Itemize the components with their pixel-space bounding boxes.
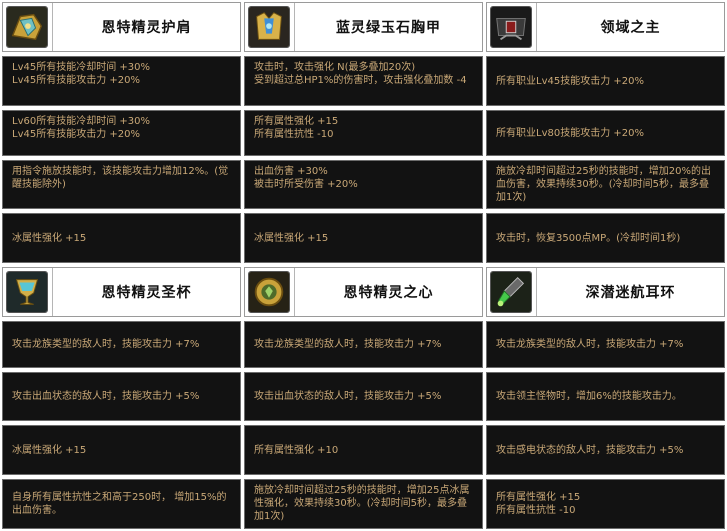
belt-icon (490, 6, 532, 48)
stat-box: 攻击出血状态的敌人时，技能攻击力 +5% (2, 372, 241, 421)
item-header: 恩特精灵之心 (244, 267, 483, 317)
item-name: 蓝灵绿玉石胸甲 (336, 20, 441, 36)
item-name: 深潜迷航耳环 (585, 285, 676, 301)
stat-box: Lv45所有技能冷却时间 +30% Lv45所有技能攻击力 +20% (2, 56, 241, 106)
earring-icon (490, 271, 532, 313)
grail-icon (6, 271, 48, 313)
stat-box: 所有属性强化 +15 所有属性抗性 -10 (244, 110, 483, 156)
item-header: 深潜迷航耳环 (486, 267, 725, 317)
item-name: 领域之主 (600, 20, 661, 36)
stat-box: 攻击时，恢复3500点MP。(冷却时间1秒) (486, 213, 725, 263)
stat-box: 自身所有属性抗性之和高于250时， 增加15%的出血伤害。 (2, 479, 241, 529)
equipment-grid: 恩特精灵护肩 Lv45所有技能冷却时间 +30% Lv45所有技能攻击力 +20… (0, 0, 727, 531)
stat-box: 攻击领主怪物时，增加6%的技能攻击力。 (486, 372, 725, 421)
stat-box: 所有属性强化 +10 (244, 425, 483, 475)
item-header: 蓝灵绿玉石胸甲 (244, 2, 483, 52)
stat-box: 施放冷却时间超过25秒的技能时，增加20%的出血伤害，效果持续30秒。(冷却时间… (486, 160, 725, 209)
stat-box: 攻击龙族类型的敌人时，技能攻击力 +7% (244, 321, 483, 368)
item-header: 恩特精灵圣杯 (2, 267, 241, 317)
stat-box: 攻击龙族类型的敌人时，技能攻击力 +7% (2, 321, 241, 368)
stat-box: 所有职业Lv80技能攻击力 +20% (486, 110, 725, 156)
stat-box: 攻击感电状态的敌人时，技能攻击力 +5% (486, 425, 725, 475)
chest-armor-icon (248, 6, 290, 48)
stat-box: 冰属性强化 +15 (2, 425, 241, 475)
stat-box: 施放冷却时间超过25秒的技能时，增加25点冰属性强化，效果持续30秒。(冷却时间… (244, 479, 483, 529)
stat-box: 所有属性强化 +15 所有属性抗性 -10 (486, 479, 725, 529)
item-name: 恩特精灵圣杯 (101, 285, 192, 301)
shoulder-armor-icon (6, 6, 48, 48)
stat-box: 攻击龙族类型的敌人时，技能攻击力 +7% (486, 321, 725, 368)
item-header: 领域之主 (486, 2, 725, 52)
stat-box: 冰属性强化 +15 (244, 213, 483, 263)
item-name: 恩特精灵护肩 (101, 20, 192, 36)
heart-emblem-icon (248, 271, 290, 313)
stat-box: Lv60所有技能冷却时间 +30% Lv45所有技能攻击力 +20% (2, 110, 241, 156)
stat-box: 冰属性强化 +15 (2, 213, 241, 263)
stat-box: 攻击时，攻击强化 N(最多叠加20次) 受到超过总HP1%的伤害时，攻击强化叠加… (244, 56, 483, 106)
stat-box: 用指令施放技能时，该技能攻击力增加12%。(觉醒技能除外) (2, 160, 241, 209)
stat-box: 所有职业Lv45技能攻击力 +20% (486, 56, 725, 106)
item-name: 恩特精灵之心 (343, 285, 434, 301)
item-header: 恩特精灵护肩 (2, 2, 241, 52)
stat-box: 出血伤害 +30% 被击时所受伤害 +20% (244, 160, 483, 209)
stat-box: 攻击出血状态的敌人时，技能攻击力 +5% (244, 372, 483, 421)
